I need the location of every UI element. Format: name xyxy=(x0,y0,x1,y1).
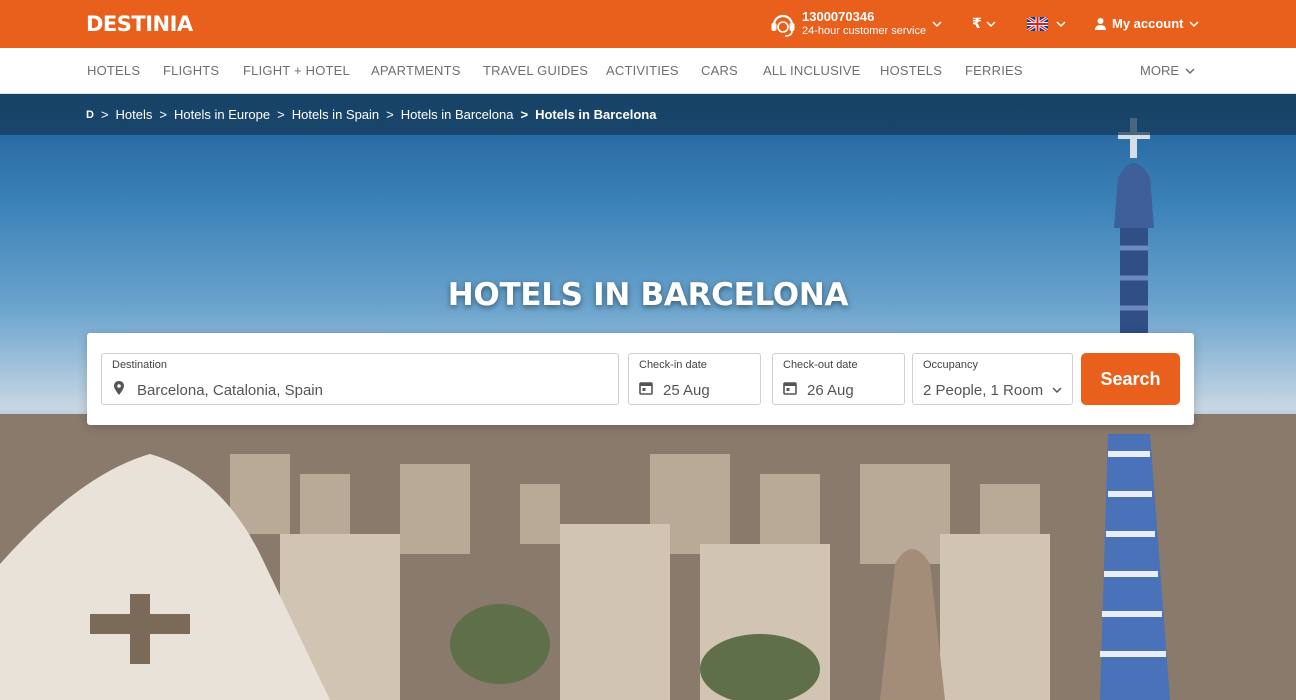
user-icon xyxy=(1095,18,1106,30)
breadcrumb-separator: > xyxy=(100,107,109,122)
breadcrumb-bar: D > Hotels > Hotels in Europe > Hotels i… xyxy=(0,94,1296,135)
hero-section: D > Hotels > Hotels in Europe > Hotels i… xyxy=(0,94,1296,700)
chevron-down-icon xyxy=(986,20,996,27)
nav-more-label: MORE xyxy=(1140,63,1179,78)
calendar-icon xyxy=(639,382,653,395)
occupancy-select[interactable]: Occupancy 2 People, 1 Room xyxy=(912,353,1073,405)
checkin-label: Check-in date xyxy=(639,359,707,371)
nav-travel-guides[interactable]: TRAVEL GUIDES xyxy=(483,63,588,78)
nav-hostels[interactable]: HOSTELS xyxy=(880,63,942,78)
currency-selector[interactable]: ₹ xyxy=(972,15,996,32)
main-nav: HOTELS FLIGHTS FLIGHT + HOTEL APARTMENTS… xyxy=(0,48,1296,94)
chevron-down-icon xyxy=(1056,21,1066,28)
my-account-label: My account xyxy=(1112,16,1184,31)
top-bar: DESTINIA 1300070346 24-hour customer ser… xyxy=(0,0,1296,48)
breadcrumb-separator: > xyxy=(159,107,167,122)
nav-apartments[interactable]: APARTMENTS xyxy=(371,63,461,78)
chevron-down-icon xyxy=(1052,387,1062,394)
search-panel: Destination Barcelona, Catalonia, Spain … xyxy=(87,333,1194,425)
chevron-down-icon xyxy=(932,21,942,28)
destinia-logo[interactable]: DESTINIA xyxy=(86,12,193,36)
breadcrumb-home[interactable]: D xyxy=(86,109,94,121)
nav-hotels[interactable]: HOTELS xyxy=(87,63,140,78)
checkout-label: Check-out date xyxy=(783,359,858,371)
checkout-date-field[interactable]: Check-out date 26 Aug xyxy=(772,353,905,405)
nav-activities[interactable]: ACTIVITIES xyxy=(606,63,679,78)
phone-number: 1300070346 xyxy=(802,9,875,24)
nav-flights[interactable]: FLIGHTS xyxy=(163,63,219,78)
service-label: 24-hour customer service xyxy=(802,25,927,37)
uk-flag-icon xyxy=(1027,17,1048,31)
breadcrumb-current: Hotels in Barcelona xyxy=(535,107,657,122)
breadcrumb-separator: > xyxy=(277,107,285,122)
chevron-down-icon xyxy=(1185,67,1195,74)
my-account-menu[interactable]: My account xyxy=(1094,16,1199,31)
nav-flight-hotel[interactable]: FLIGHT + HOTEL xyxy=(243,63,350,78)
chevron-down-icon xyxy=(1188,20,1199,27)
language-selector[interactable] xyxy=(1027,17,1066,31)
destination-value: Barcelona, Catalonia, Spain xyxy=(137,382,323,399)
location-pin-icon xyxy=(114,381,124,395)
checkin-date-field[interactable]: Check-in date 25 Aug xyxy=(628,353,761,405)
currency-symbol: ₹ xyxy=(972,15,982,31)
breadcrumb-hotels-barcelona[interactable]: Hotels in Barcelona xyxy=(401,107,514,122)
breadcrumb-hotels[interactable]: Hotels xyxy=(116,107,153,122)
breadcrumb-hotels-europe[interactable]: Hotels in Europe xyxy=(174,107,270,122)
destination-label: Destination xyxy=(112,359,168,371)
breadcrumb-separator: > xyxy=(520,107,529,122)
nav-cars[interactable]: CARS xyxy=(701,63,738,78)
breadcrumb-separator: > xyxy=(386,107,394,122)
breadcrumb-hotels-spain[interactable]: Hotels in Spain xyxy=(292,107,379,122)
nav-all-inclusive[interactable]: ALL INCLUSIVE xyxy=(763,63,861,78)
occupancy-label: Occupancy xyxy=(923,359,979,371)
customer-service[interactable]: 1300070346 24-hour customer service xyxy=(768,9,942,39)
barcelona-cityscape-image xyxy=(0,414,1296,700)
search-button[interactable]: Search xyxy=(1081,353,1180,405)
page-title: HOTELS IN BARCELONA xyxy=(447,277,849,313)
checkin-value: 25 Aug xyxy=(663,382,710,399)
nav-more[interactable]: MORE xyxy=(1140,63,1195,78)
headset-icon xyxy=(771,14,795,37)
nav-ferries[interactable]: FERRIES xyxy=(965,63,1023,78)
occupancy-value: 2 People, 1 Room xyxy=(923,382,1044,399)
calendar-icon xyxy=(783,382,797,395)
breadcrumb: D > Hotels > Hotels in Europe > Hotels i… xyxy=(86,107,656,122)
destination-field[interactable]: Destination Barcelona, Catalonia, Spain xyxy=(101,353,619,405)
checkout-value: 26 Aug xyxy=(807,382,854,399)
